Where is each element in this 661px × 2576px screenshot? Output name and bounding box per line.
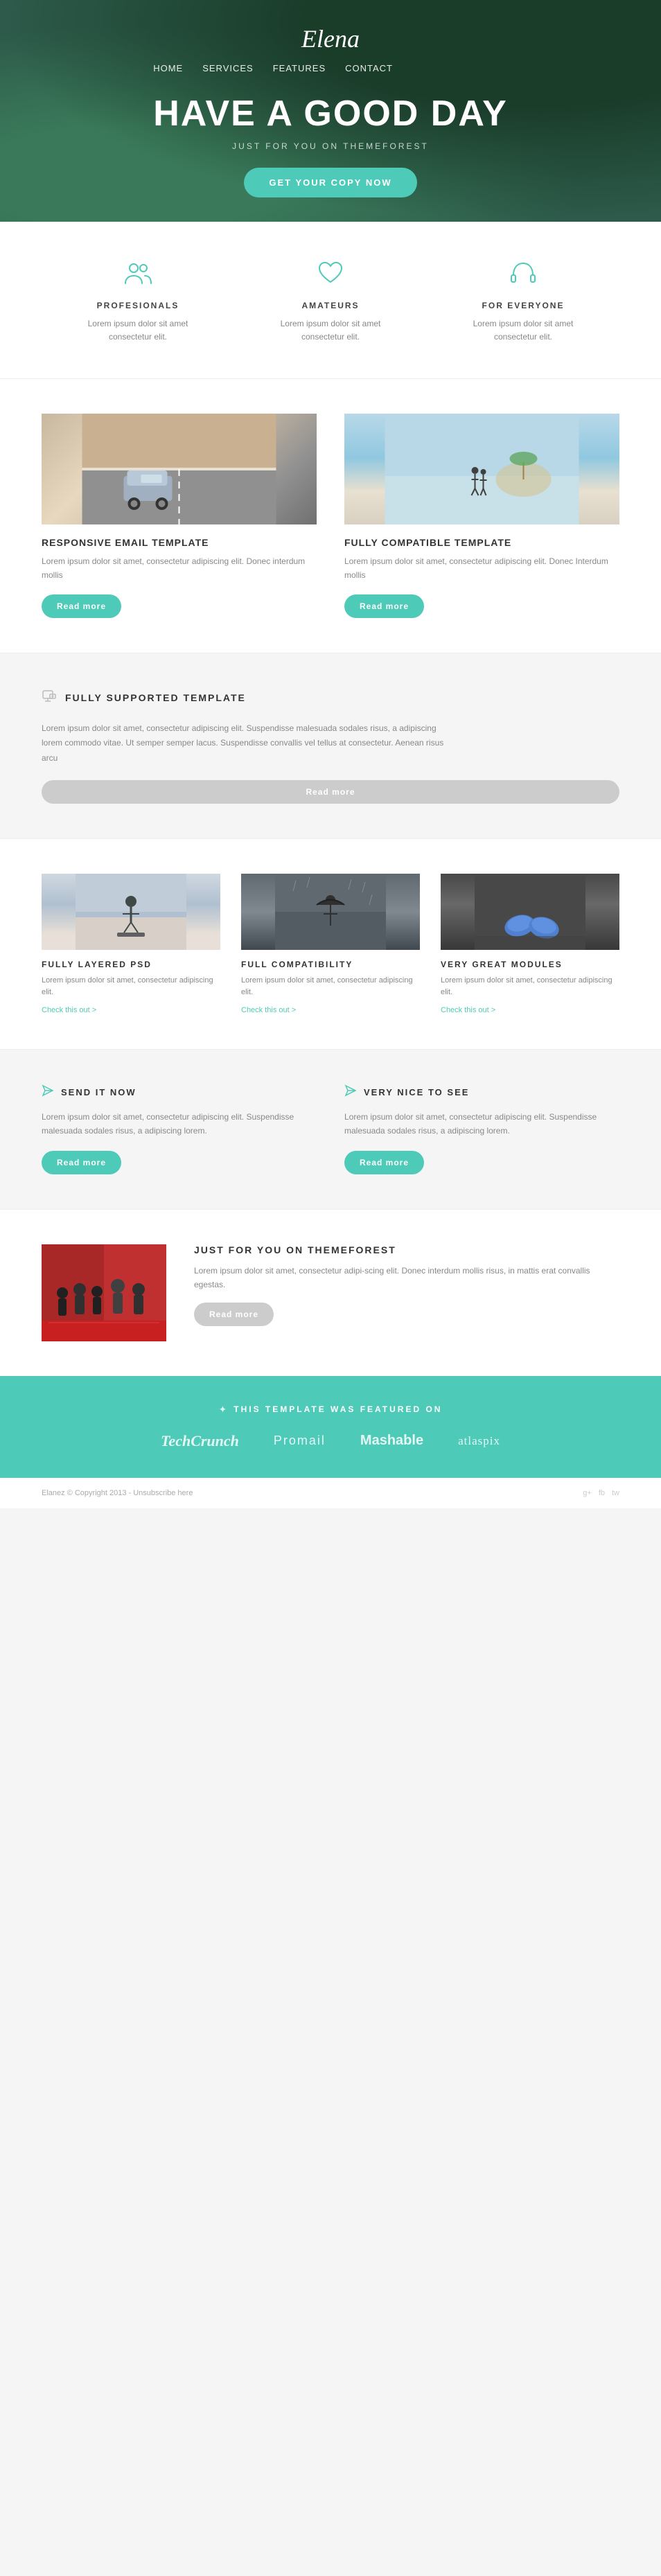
featured-header: ✦ THIS TEMPLATE WAS FEATURED ON	[42, 1404, 619, 1415]
module-great-image	[441, 874, 619, 950]
hero-title: HAVE A GOOD DAY	[153, 93, 508, 134]
full-support-read-more[interactable]: Read more	[42, 780, 619, 804]
site-logo: Elena	[153, 24, 508, 53]
themeforest-read-more[interactable]: Read more	[194, 1303, 274, 1326]
themeforest-content: JUST FOR YOU ON THEMEFOREST Lorem ipsum …	[194, 1244, 619, 1327]
people-icon	[121, 256, 155, 291]
card-compatible-title: FULLY COMPATIBLE TEMPLATE	[344, 537, 619, 548]
social-twitter[interactable]: tw	[612, 1489, 619, 1497]
card-compatible-desc: Lorem ipsum dolor sit amet, consectetur …	[344, 555, 619, 581]
card-responsive-read-more[interactable]: Read more	[42, 594, 121, 618]
module-psd-image	[42, 874, 220, 950]
feature-professionals-desc: Lorem ipsum dolor sit amet consectetur e…	[69, 317, 207, 344]
send-right-title: VERY NICE TO SEE	[364, 1087, 469, 1097]
card-compatible-image	[344, 414, 619, 524]
headphones-icon	[506, 256, 540, 291]
module-compatibility-title: FULL COMPATIBILITY	[241, 960, 420, 969]
full-support-section: FULLY SUPPORTED TEMPLATE Lorem ipsum dol…	[0, 653, 661, 838]
send-right-desc: Lorem ipsum dolor sit amet, consectetur …	[344, 1110, 619, 1138]
full-support-title: FULLY SUPPORTED TEMPLATE	[65, 692, 246, 703]
nav-contact[interactable]: CONTACT	[345, 63, 393, 73]
module-great: VERY GREAT MODULES Lorem ipsum dolor sit…	[441, 874, 619, 1014]
feature-amateurs-title: AMATEURS	[261, 301, 400, 310]
card-responsive-image	[42, 414, 317, 524]
full-support-header: FULLY SUPPORTED TEMPLATE	[42, 688, 619, 707]
themeforest-desc: Lorem ipsum dolor sit amet, consectetur …	[194, 1264, 619, 1292]
nav-features[interactable]: FEATURES	[273, 63, 326, 73]
module-psd-title: FULLY LAYERED PSD	[42, 960, 220, 969]
send-left-header: SEND IT NOW	[42, 1084, 317, 1100]
main-nav: HOME SERVICES FEATURES CONTACT	[153, 63, 508, 73]
module-psd: FULLY LAYERED PSD Lorem ipsum dolor sit …	[42, 874, 220, 1014]
brand-atlaspix: atlaspix	[458, 1434, 500, 1448]
send-right-header: VERY NICE TO SEE	[344, 1084, 619, 1100]
module-great-link[interactable]: Check this out >	[441, 1006, 619, 1014]
themeforest-section: JUST FOR YOU ON THEMEFOREST Lorem ipsum …	[0, 1210, 661, 1376]
module-great-title: VERY GREAT MODULES	[441, 960, 619, 969]
feature-professionals-title: PROFESIONALS	[69, 301, 207, 310]
features-strip: PROFESIONALS Lorem ipsum dolor sit amet …	[0, 222, 661, 378]
copyright-links: g+ fb tw	[583, 1489, 619, 1497]
card-responsive-title: RESPONSIVE EMAIL TEMPLATE	[42, 537, 317, 548]
send-section: SEND IT NOW Lorem ipsum dolor sit amet, …	[0, 1050, 661, 1209]
three-col-modules: FULLY LAYERED PSD Lorem ipsum dolor sit …	[0, 839, 661, 1049]
brand-techcrunch: TechCrunch	[161, 1432, 239, 1450]
featured-title: THIS TEMPLATE WAS FEATURED ON	[233, 1404, 442, 1414]
full-support-desc: Lorem ipsum dolor sit amet, consectetur …	[42, 721, 457, 766]
module-psd-desc: Lorem ipsum dolor sit amet, consectetur …	[42, 975, 220, 999]
module-great-desc: Lorem ipsum dolor sit amet, consectetur …	[441, 975, 619, 999]
brand-promail: Promail	[274, 1433, 326, 1448]
hero-cta-button[interactable]: GET YOUR COPY NOW	[244, 168, 416, 197]
send-left-desc: Lorem ipsum dolor sit amet, consectetur …	[42, 1110, 317, 1138]
module-compatibility-image	[241, 874, 420, 950]
feature-amateurs-desc: Lorem ipsum dolor sit amet consectetur e…	[261, 317, 400, 344]
social-gplus[interactable]: g+	[583, 1489, 592, 1497]
card-responsive-desc: Lorem ipsum dolor sit amet, consectetur …	[42, 555, 317, 581]
send-icon	[42, 1084, 54, 1100]
module-compatibility-link[interactable]: Check this out >	[241, 1006, 420, 1014]
two-col-cards: RESPONSIVE EMAIL TEMPLATE Lorem ipsum do…	[0, 379, 661, 652]
send-right-read-more[interactable]: Read more	[344, 1151, 424, 1174]
nav-services[interactable]: SERVICES	[202, 63, 254, 73]
star-icon: ✦	[219, 1404, 227, 1415]
feature-everyone-desc: Lorem ipsum dolor sit amet consectetur e…	[454, 317, 592, 344]
send-left: SEND IT NOW Lorem ipsum dolor sit amet, …	[42, 1084, 317, 1174]
send-left-read-more[interactable]: Read more	[42, 1151, 121, 1174]
copyright-text: Elanez © Copyright 2013 - Unsubscribe he…	[42, 1489, 193, 1497]
themeforest-image	[42, 1244, 166, 1341]
support-icon	[42, 688, 57, 707]
copyright-bar: Elanez © Copyright 2013 - Unsubscribe he…	[0, 1478, 661, 1508]
feature-professionals: PROFESIONALS Lorem ipsum dolor sit amet …	[69, 256, 207, 344]
feature-everyone: FOR EVERYONE Lorem ipsum dolor sit amet …	[454, 256, 592, 344]
send-left-title: SEND IT NOW	[61, 1087, 136, 1097]
nav-home[interactable]: HOME	[153, 63, 183, 73]
send-right: VERY NICE TO SEE Lorem ipsum dolor sit a…	[344, 1084, 619, 1174]
module-compatibility: FULL COMPATIBILITY Lorem ipsum dolor sit…	[241, 874, 420, 1014]
footer-featured: ✦ THIS TEMPLATE WAS FEATURED ON TechCrun…	[0, 1376, 661, 1478]
hero-subtitle: JUST FOR YOU ON THEMEFOREST	[153, 141, 508, 151]
card-responsive: RESPONSIVE EMAIL TEMPLATE Lorem ipsum do…	[42, 414, 317, 617]
themeforest-title: JUST FOR YOU ON THEMEFOREST	[194, 1244, 619, 1255]
send-right-icon	[344, 1084, 357, 1100]
featured-brands: TechCrunch Promail Mashable atlaspix	[42, 1432, 619, 1450]
heart-icon	[313, 256, 348, 291]
card-compatible-read-more[interactable]: Read more	[344, 594, 424, 618]
module-compatibility-desc: Lorem ipsum dolor sit amet, consectetur …	[241, 975, 420, 999]
feature-everyone-title: FOR EVERYONE	[454, 301, 592, 310]
module-psd-link[interactable]: Check this out >	[42, 1006, 220, 1014]
social-facebook[interactable]: fb	[599, 1489, 605, 1497]
card-compatible: FULLY COMPATIBLE TEMPLATE Lorem ipsum do…	[344, 414, 619, 617]
modules-grid: FULLY LAYERED PSD Lorem ipsum dolor sit …	[42, 874, 619, 1014]
feature-amateurs: AMATEURS Lorem ipsum dolor sit amet cons…	[261, 256, 400, 344]
brand-mashable: Mashable	[360, 1433, 423, 1449]
hero-section: Elena HOME SERVICES FEATURES CONTACT HAV…	[0, 0, 661, 222]
